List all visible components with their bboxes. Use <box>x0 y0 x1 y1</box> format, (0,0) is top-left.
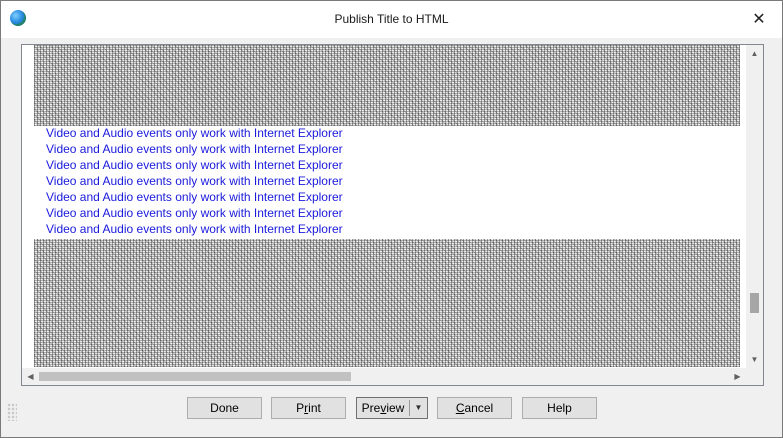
log-message: Video and Audio events only work with In… <box>46 190 343 204</box>
scroll-down-icon[interactable]: ▼ <box>746 351 763 368</box>
vertical-scroll-thumb[interactable] <box>750 293 759 313</box>
window-title: Publish Title to HTML <box>334 12 449 26</box>
close-button[interactable]: ✕ <box>736 1 782 38</box>
message-list: Video and Audio events only work with In… <box>46 125 343 237</box>
title-bar: Publish Title to HTML ✕ <box>1 1 782 38</box>
chevron-down-icon[interactable]: ▼ <box>410 398 427 418</box>
print-label-rest: int <box>308 401 321 415</box>
log-message: Video and Audio events only work with In… <box>46 142 343 156</box>
log-text-block-obscured <box>34 239 740 367</box>
publish-log-panel: Video and Audio events only work with In… <box>21 44 764 386</box>
resize-grip-icon[interactable] <box>7 403 17 421</box>
log-text-block-obscured <box>34 45 740 126</box>
scrollbar-corner <box>746 368 763 385</box>
log-message: Video and Audio events only work with In… <box>46 222 343 236</box>
log-message: Video and Audio events only work with In… <box>46 158 343 172</box>
cancel-label-rest: ancel <box>464 401 494 415</box>
scroll-right-icon[interactable]: ▶ <box>729 368 746 385</box>
scroll-left-icon[interactable]: ◀ <box>22 368 39 385</box>
help-button[interactable]: Help <box>522 397 597 419</box>
vertical-scrollbar[interactable]: ▲ ▼ <box>746 45 763 368</box>
horizontal-scrollbar[interactable]: ◀ ▶ <box>22 368 746 385</box>
preview-label: Pre <box>361 401 381 415</box>
print-button[interactable]: Print <box>271 397 346 419</box>
horizontal-scroll-thumb[interactable] <box>39 372 351 381</box>
log-message: Video and Audio events only work with In… <box>46 206 343 220</box>
preview-label-rest: iew <box>386 401 405 415</box>
scroll-up-icon[interactable]: ▲ <box>746 45 763 62</box>
done-button[interactable]: Done <box>187 397 262 419</box>
cancel-button[interactable]: Cancel <box>437 397 512 419</box>
log-message: Video and Audio events only work with In… <box>46 126 343 140</box>
log-text-area: Video and Audio events only work with In… <box>22 45 746 368</box>
log-message: Video and Audio events only work with In… <box>46 174 343 188</box>
preview-button[interactable]: Preview <box>357 398 409 418</box>
preview-split-button[interactable]: Preview ▼ <box>356 397 428 419</box>
publish-dialog: Publish Title to HTML ✕ Video and Audio … <box>0 0 783 438</box>
print-label: P <box>296 401 305 415</box>
